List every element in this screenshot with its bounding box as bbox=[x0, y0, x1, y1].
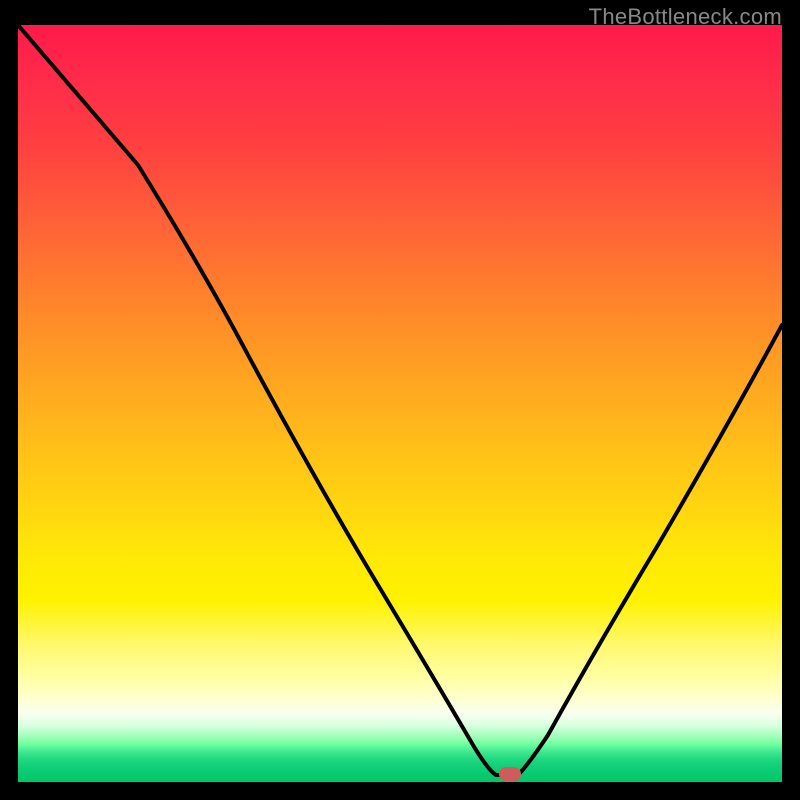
plot-background bbox=[18, 25, 782, 782]
optimal-marker bbox=[499, 767, 521, 781]
chart-container: TheBottleneck.com bbox=[0, 0, 800, 800]
